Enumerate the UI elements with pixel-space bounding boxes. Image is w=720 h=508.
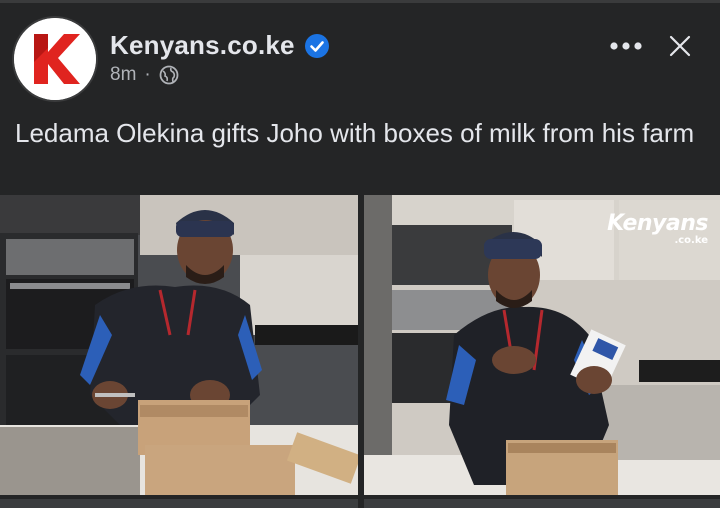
more-options-button[interactable] — [604, 28, 648, 64]
kenyans-logo-icon — [14, 18, 96, 100]
post-caption: Ledama Olekina gifts Joho with boxes of … — [15, 118, 695, 148]
post-photo-4[interactable] — [364, 499, 720, 508]
watermark-sub: .co.ke — [674, 235, 708, 246]
post-timestamp[interactable]: 8m — [110, 64, 136, 86]
photo-man-cutting-box — [0, 195, 358, 495]
globe-icon — [159, 65, 179, 85]
post-photo-1[interactable] — [0, 195, 358, 495]
close-icon — [669, 35, 691, 57]
page-avatar[interactable] — [14, 18, 96, 100]
more-dots-icon — [610, 42, 642, 50]
post-photo-2[interactable]: Kenyans .co.ke — [364, 195, 720, 495]
post-card: Kenyans.co.ke 8m · Ledama Olekina gifts … — [0, 0, 720, 508]
kenyans-watermark: Kenyans .co.ke — [607, 211, 708, 247]
watermark-main: Kenyans — [607, 211, 708, 236]
top-divider — [0, 0, 720, 3]
meta-separator: · — [144, 64, 151, 85]
verified-badge-icon — [305, 34, 329, 58]
close-post-button[interactable] — [660, 26, 700, 66]
page-name-link[interactable]: Kenyans.co.ke — [110, 30, 295, 61]
post-meta: 8m · — [110, 64, 179, 86]
post-photo-3[interactable] — [0, 499, 358, 508]
